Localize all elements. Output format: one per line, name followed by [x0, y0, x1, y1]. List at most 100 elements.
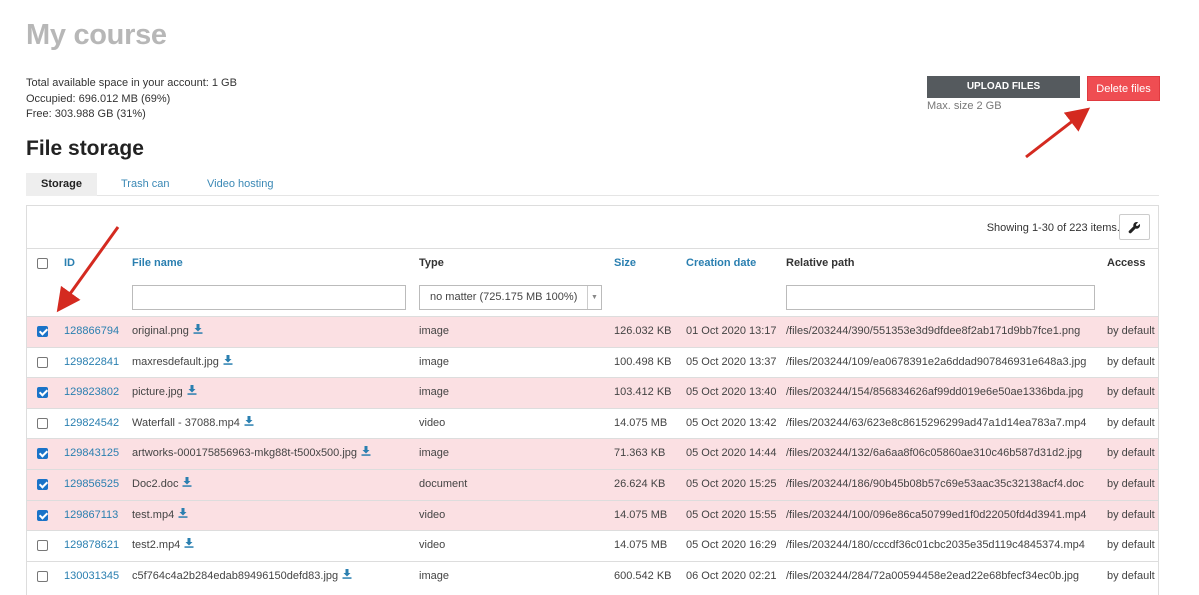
tab-storage[interactable]: Storage	[26, 173, 97, 196]
download-icon[interactable]	[178, 507, 188, 518]
file-name-cell: artworks-000175856963-mkg88t-t500x500.jp…	[132, 439, 371, 468]
file-size: 71.363 KB	[614, 447, 666, 460]
file-name: original.png	[132, 325, 189, 337]
file-name-cell: maxresdefault.jpg	[132, 348, 233, 377]
column-header-id[interactable]: ID	[64, 257, 75, 269]
file-name: Doc2.doc	[132, 477, 179, 490]
red-arrow-icon	[1025, 107, 1091, 159]
download-icon[interactable]	[223, 354, 233, 365]
creation-date: 05 Oct 2020 13:40	[686, 386, 777, 399]
page-title: My course	[26, 19, 167, 51]
table-row: 129823802 picture.jpg image 103.412 KB 05 Oc…	[27, 377, 1158, 408]
download-icon[interactable]	[193, 324, 203, 334]
upload-files-button[interactable]: UPLOAD FILES	[927, 76, 1080, 98]
creation-date: 05 Oct 2020 16:29	[686, 539, 777, 552]
creation-date: 05 Oct 2020 13:42	[686, 416, 777, 429]
file-name: maxresdefault.jpg	[132, 355, 219, 368]
row-checkbox[interactable]	[37, 387, 48, 399]
row-checkbox[interactable]	[37, 509, 48, 521]
access-level: by default	[1107, 447, 1155, 460]
download-icon[interactable]	[184, 538, 194, 549]
access-level: by default	[1107, 416, 1155, 429]
access-level: by default	[1107, 539, 1155, 552]
relative-path: /files/203244/100/096e86ca50799ed1f0d220…	[786, 508, 1087, 521]
file-id-link[interactable]: 129843125	[64, 439, 119, 468]
table-row: 128866794 original.png image 126.032 KB 01 O…	[27, 316, 1158, 347]
tab-trash-can[interactable]: Trash can	[121, 173, 170, 196]
row-checkbox[interactable]	[37, 570, 48, 582]
file-type: video	[419, 416, 446, 429]
row-checkbox[interactable]	[37, 540, 48, 552]
space-occupied: Occupied: 696.012 MB (69%)	[26, 92, 171, 105]
file-id-link[interactable]: 129822841	[64, 348, 119, 377]
file-type: image	[419, 355, 449, 368]
relative-path: /files/203244/180/cccdf36c01cbc2035e35d1…	[786, 539, 1085, 552]
download-icon[interactable]	[244, 415, 254, 426]
file-id-link[interactable]: 129856525	[64, 470, 119, 499]
delete-files-button[interactable]: Delete files	[1087, 76, 1160, 101]
relative-path-filter-input[interactable]	[786, 285, 1095, 310]
table-row: 129856525 Doc2.doc document 26.624 KB 05 Oct…	[27, 468, 1158, 500]
file-id-link[interactable]: 129867113	[64, 501, 118, 530]
creation-date: 05 Oct 2020 13:37	[686, 355, 777, 368]
file-id-link[interactable]: 130031345	[64, 562, 119, 591]
file-name-filter-input[interactable]	[132, 285, 406, 310]
file-name: test.mp4	[132, 508, 175, 521]
download-icon[interactable]	[187, 385, 197, 396]
access-level: by default	[1107, 508, 1155, 521]
table-settings-button[interactable]	[1119, 214, 1150, 240]
file-type: image	[419, 447, 449, 460]
row-checkbox[interactable]	[37, 448, 48, 460]
file-type: image	[419, 569, 449, 582]
relative-path: /files/203244/63/623e8c8615296299ad47a1d…	[786, 416, 1087, 429]
creation-date: 06 Oct 2020 02:21	[686, 569, 777, 582]
column-header-file-name[interactable]: File name	[132, 257, 183, 269]
wrench-icon	[1128, 221, 1141, 233]
file-size: 14.075 MB	[614, 416, 668, 429]
chevron-down-icon: ▼	[587, 286, 601, 309]
relative-path: /files/203244/154/856834626af99dd019e6e5…	[786, 386, 1084, 399]
file-id-link[interactable]: 129823802	[64, 378, 119, 407]
table-row: 129867113 test.mp4 video 14.075 MB 05 Oct 20…	[27, 499, 1158, 531]
row-checkbox[interactable]	[37, 417, 48, 429]
file-type: video	[419, 508, 446, 521]
creation-date: 05 Oct 2020 15:25	[686, 477, 777, 490]
max-size-note: Max. size 2 GB	[927, 100, 1002, 112]
table-row: 129824542 Waterfall - 37088.mp4 video 14.07…	[27, 407, 1158, 439]
file-id-link[interactable]: 129824542	[64, 409, 119, 438]
creation-date: 05 Oct 2020 15:55	[686, 508, 777, 521]
file-type: video	[419, 539, 446, 552]
row-checkbox[interactable]	[37, 326, 48, 337]
file-name: Waterfall - 37088.mp4	[132, 416, 240, 429]
select-all-checkbox[interactable]	[37, 258, 48, 269]
items-summary: Showing 1-30 of 223 items.	[986, 222, 1120, 234]
table-header: ID File name Type Size Creation date Rel…	[27, 248, 1158, 317]
download-icon[interactable]	[361, 446, 371, 457]
file-name: c5f764c4a2b284edab89496150defd83.jpg	[132, 569, 339, 582]
file-name-cell: original.png	[132, 317, 203, 346]
file-id-link[interactable]: 129878621	[64, 531, 119, 560]
file-name: picture.jpg	[132, 386, 183, 399]
file-name: artworks-000175856963-mkg88t-t500x500.jp…	[132, 447, 358, 460]
file-name-cell: Doc2.doc	[132, 470, 192, 499]
column-header-type: Type	[419, 257, 444, 269]
file-name-cell: c5f764c4a2b284edab89496150defd83.jpg	[132, 562, 352, 591]
file-name-cell: test2.mp4	[132, 531, 194, 560]
download-icon[interactable]	[182, 477, 192, 487]
space-info: Total available space in your account: 1…	[26, 76, 237, 123]
space-free: Free: 303.988 GB (31%)	[26, 108, 146, 120]
space-total: Total available space in your account: 1…	[26, 77, 237, 89]
file-size: 600.542 KB	[614, 569, 672, 582]
row-checkbox[interactable]	[37, 478, 48, 490]
file-size: 126.032 KB	[614, 325, 672, 337]
column-header-creation-date[interactable]: Creation date	[686, 257, 756, 269]
column-header-size[interactable]: Size	[614, 257, 636, 269]
download-icon[interactable]	[342, 568, 352, 579]
table-body: 128866794 original.png image 126.032 KB 01 O…	[27, 316, 1158, 591]
row-checkbox[interactable]	[37, 356, 48, 368]
tab-video-hosting[interactable]: Video hosting	[207, 173, 273, 196]
section-title: File storage	[26, 137, 144, 160]
file-id-link[interactable]: 128866794	[64, 317, 119, 346]
file-name-cell: picture.jpg	[132, 378, 197, 407]
type-filter-select[interactable]: no matter (725.175 MB 100%) ▼	[419, 285, 602, 310]
